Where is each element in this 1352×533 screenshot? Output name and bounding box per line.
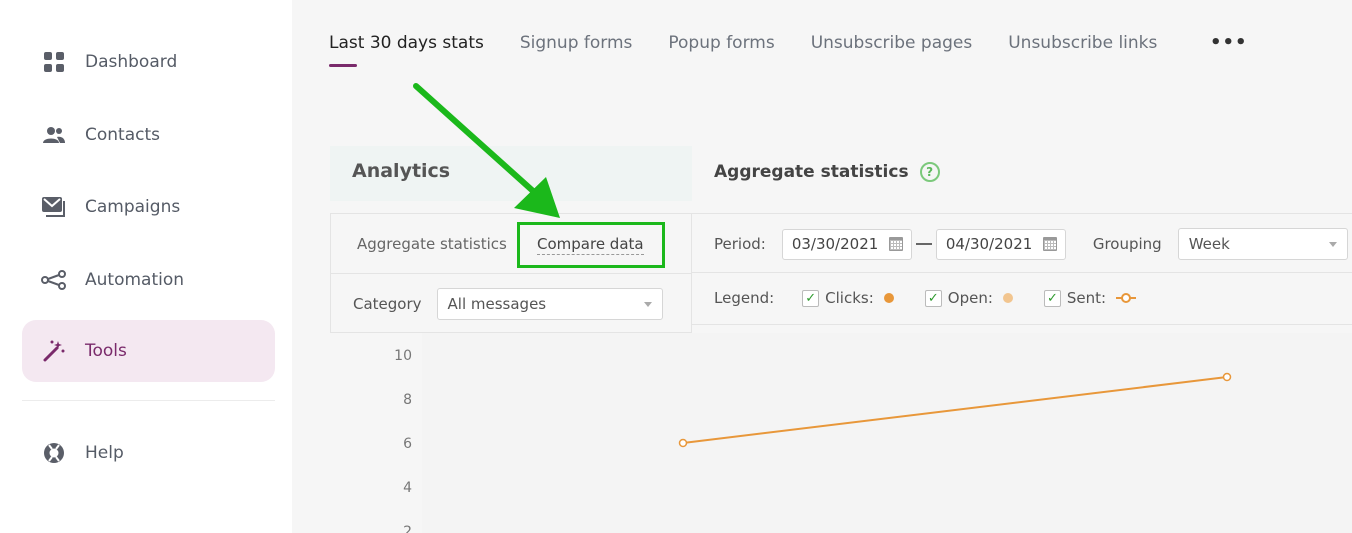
aggregate-title: Aggregate statistics: [714, 162, 909, 182]
chevron-down-icon: [643, 301, 652, 307]
main-content: Last 30 days stats Signup forms Popup fo…: [292, 0, 1352, 533]
sidebar-item-label: Campaigns: [85, 197, 181, 217]
legend-row: Legend: ✓ Clicks: ✓ Open: ✓ Sent:: [714, 289, 1167, 307]
sidebar-item-help[interactable]: Help: [22, 422, 275, 484]
y-tick-label: 8: [403, 392, 412, 408]
plot-area: [422, 333, 1352, 533]
date-from-value: 03/30/2021: [791, 235, 879, 253]
more-tabs-icon[interactable]: •••: [1210, 32, 1248, 53]
clicks-dot-icon: [883, 293, 894, 303]
legend-sent[interactable]: ✓ Sent:: [1043, 289, 1137, 307]
category-label: Category: [353, 295, 422, 313]
sidebar: Dashboard Contacts Campaigns Automation …: [0, 0, 292, 533]
magic-wand-icon: [41, 338, 67, 364]
date-to-value: 04/30/2021: [945, 235, 1033, 253]
highlight-box: [517, 222, 665, 268]
chevron-down-icon: [1328, 241, 1337, 247]
legend-label: Legend:: [714, 289, 775, 307]
sidebar-item-dashboard[interactable]: Dashboard: [22, 31, 275, 93]
sidebar-item-campaigns[interactable]: Campaigns: [22, 176, 275, 238]
tab-last-30-days-stats[interactable]: Last 30 days stats: [329, 33, 484, 67]
sidebar-item-contacts[interactable]: Contacts: [22, 104, 275, 166]
sidebar-item-label: Contacts: [85, 125, 160, 145]
legend-bar: Legend: ✓ Clicks: ✓ Open: ✓ Sent:: [692, 273, 1352, 325]
analytics-panel: Aggregate statistics Compare data Catego…: [330, 213, 692, 333]
legend-clicks[interactable]: ✓ Clicks:: [802, 289, 894, 307]
line-chart: 10 8 6 4 2: [330, 333, 1352, 533]
date-to-input[interactable]: 04/30/2021: [935, 228, 1066, 260]
category-select[interactable]: All messages: [436, 288, 663, 320]
tab-unsubscribe-links[interactable]: Unsubscribe links: [1008, 33, 1157, 67]
question-icon[interactable]: ?: [919, 162, 940, 182]
annotation-arrow: [413, 83, 560, 218]
grouping-select[interactable]: Week: [1177, 228, 1348, 260]
campaigns-icon: [41, 194, 67, 220]
checkbox-sent[interactable]: ✓: [1043, 289, 1061, 307]
category-select-value: All messages: [447, 295, 547, 313]
sent-data-point[interactable]: [1222, 372, 1232, 382]
dashboard-icon: [41, 49, 67, 75]
calendar-icon: [888, 237, 903, 251]
tab-popup-forms[interactable]: Popup forms: [668, 33, 774, 67]
sidebar-item-label: Dashboard: [85, 52, 178, 72]
sidebar-divider: [22, 400, 275, 401]
grouping-select-value: Week: [1188, 235, 1230, 253]
sidebar-item-automation[interactable]: Automation: [22, 249, 275, 311]
calendar-icon: [1042, 237, 1057, 251]
legend-open-label: Open:: [947, 289, 993, 307]
sent-line-icon: [1116, 293, 1137, 303]
period-row: Period: 03/30/2021 04/30/2021 Grouping W…: [714, 228, 1348, 260]
sidebar-item-label: Automation: [85, 270, 185, 290]
sidebar-item-tools[interactable]: Tools: [22, 320, 275, 382]
lifebuoy-icon: [41, 440, 67, 466]
aggregate-header: Aggregate statistics ?: [714, 162, 940, 182]
sidebar-item-label: Help: [85, 443, 124, 463]
checkbox-open[interactable]: ✓: [924, 289, 942, 307]
legend-open[interactable]: ✓ Open:: [924, 289, 1013, 307]
y-tick-label: 4: [403, 480, 412, 496]
automation-icon: [41, 267, 67, 293]
period-bar: Period: 03/30/2021 04/30/2021 Grouping W…: [692, 213, 1352, 273]
tab-unsubscribe-pages[interactable]: Unsubscribe pages: [811, 33, 973, 67]
sent-data-point[interactable]: [678, 438, 688, 448]
contacts-icon: [41, 122, 67, 148]
category-row: Category All messages: [353, 288, 663, 320]
subtab-aggregate-statistics[interactable]: Aggregate statistics: [357, 235, 507, 253]
top-tabs: Last 30 days stats Signup forms Popup fo…: [329, 33, 1157, 67]
legend-sent-label: Sent:: [1066, 289, 1107, 307]
checkbox-clicks[interactable]: ✓: [802, 289, 820, 307]
sidebar-item-label: Tools: [85, 341, 127, 361]
open-dot-icon: [1002, 293, 1013, 303]
period-label: Period:: [714, 235, 766, 253]
y-tick-label: 2: [403, 524, 412, 533]
y-tick-label: 10: [394, 348, 412, 364]
legend-clicks-label: Clicks:: [825, 289, 874, 307]
date-range-dash: [915, 243, 932, 245]
date-from-input[interactable]: 03/30/2021: [781, 228, 912, 260]
tab-signup-forms[interactable]: Signup forms: [520, 33, 633, 67]
grouping-label: Grouping: [1092, 235, 1162, 253]
y-tick-label: 6: [403, 436, 412, 452]
chart-svg: 10 8 6 4 2: [394, 333, 1352, 533]
